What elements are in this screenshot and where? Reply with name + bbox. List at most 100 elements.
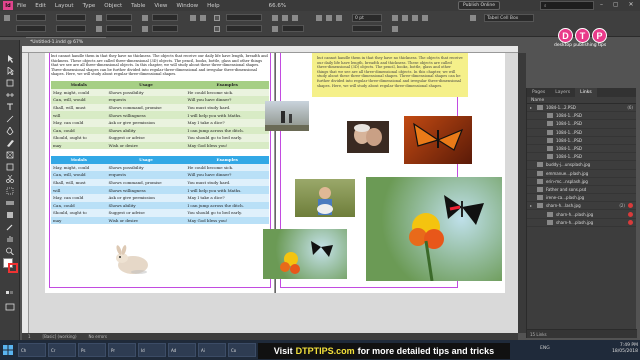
butterfly-on-flowers-large-photo[interactable]	[366, 177, 502, 281]
modal-cell[interactable]: may	[51, 216, 107, 225]
scale-y-icon[interactable]	[96, 26, 102, 32]
modal-cell[interactable]: Can, could	[51, 126, 107, 135]
modal-cell[interactable]: Can, will, would	[51, 96, 107, 104]
taskbar-app-button[interactable]: Ad	[168, 343, 196, 357]
example-cell[interactable]: You must study hard.	[185, 103, 269, 112]
usage-cell[interactable]: Shows willingness	[106, 111, 186, 119]
rotate-icon[interactable]	[142, 15, 148, 21]
wrap-around-icon[interactable]	[326, 15, 332, 21]
modals-table-green[interactable]: Modals Usage Examples May, might, could S…	[51, 81, 269, 150]
modal-cell[interactable]: Can, could	[51, 201, 107, 210]
search-input[interactable]: ⌕	[540, 1, 594, 10]
document-canvas[interactable]: but cannot handle them in that they have…	[29, 53, 518, 333]
object-style-icon[interactable]	[470, 15, 476, 21]
y-field[interactable]	[16, 25, 46, 32]
example-cell[interactable]: May God bless you!	[185, 141, 269, 150]
table-row[interactable]: May, can could Ask or give permission May …	[51, 118, 269, 127]
note-tool-icon[interactable]	[5, 204, 15, 218]
reference-point-icon[interactable]	[4, 15, 10, 21]
opacity-field[interactable]	[282, 25, 304, 32]
stroke-swatch-icon[interactable]	[214, 26, 220, 32]
center-content-icon[interactable]	[412, 15, 418, 21]
modal-cell[interactable]: May, can could	[51, 193, 107, 202]
father-and-sons-photo[interactable]	[265, 101, 309, 131]
page-tool-icon[interactable]	[5, 72, 15, 87]
rotate-field[interactable]	[152, 14, 178, 21]
modal-cell[interactable]: May, might, could	[51, 88, 107, 97]
shear-icon[interactable]	[142, 26, 148, 32]
fill-frame-icon[interactable]	[422, 15, 428, 21]
zoom-level[interactable]: 66.6%	[269, 3, 286, 9]
free-transform-tool-icon[interactable]	[5, 180, 15, 195]
shear-field[interactable]	[152, 25, 178, 32]
fx-icon[interactable]	[292, 15, 298, 21]
usage-cell[interactable]: Shows ability	[106, 201, 186, 210]
menu-window[interactable]: Window	[176, 3, 198, 9]
link-row[interactable]: ▸ 1084-1...2.PSD (6)	[527, 104, 636, 113]
table-row[interactable]: will Shows willingness I will help you wit…	[51, 111, 269, 119]
table-row[interactable]: May, can could Ask or give permission May …	[51, 193, 269, 202]
table-row[interactable]: May, might, could Shows possibility He cou…	[51, 163, 269, 172]
rectangle-tool-icon[interactable]	[5, 156, 15, 171]
link-row[interactable]: sharn-h...plash.jpg	[527, 210, 636, 219]
child-with-sheep-photo[interactable]	[295, 179, 355, 217]
table-row[interactable]: may Wish or desire May God bless you!	[51, 141, 269, 150]
taskbar-app-button[interactable]: Co	[228, 343, 256, 357]
fit-content-icon[interactable]	[392, 15, 398, 21]
table-row[interactable]: Shall, will, must Shows command, promise Y…	[51, 178, 269, 187]
modified-link-warning-icon[interactable]	[628, 219, 633, 225]
table-row[interactable]: Can, could Shows ability I can jump across…	[51, 126, 269, 135]
table-row[interactable]: Can, will, would requests Will you have di…	[51, 171, 269, 179]
modals-table-blue[interactable]: Modals Usage Examples May, might, could S…	[51, 156, 269, 225]
table-row[interactable]: will Shows willingness I will help you wit…	[51, 186, 269, 194]
tab-layers[interactable]: Layers	[550, 88, 575, 97]
taskbar-app-button[interactable]: Cr	[48, 343, 76, 357]
taskbar-app-button[interactable]: Ps	[78, 343, 106, 357]
modal-cell[interactable]: Shall, will, must	[51, 103, 107, 112]
table-row[interactable]: Shall, will, must Shows command, promise Y…	[51, 103, 269, 112]
workspace-label[interactable]: [Basic] (working)	[43, 334, 77, 339]
table-row[interactable]: Can, could Shows ability I can jump across…	[51, 201, 269, 210]
link-row[interactable]: 1084-1...PSD	[527, 129, 636, 137]
example-cell[interactable]: You should go to bed early.	[185, 209, 269, 217]
tab-pages[interactable]: Pages	[527, 88, 550, 97]
text-wrap-icon[interactable]	[316, 15, 322, 21]
menu-file[interactable]: File	[17, 3, 26, 9]
example-cell[interactable]: Will you have dinner?	[185, 96, 269, 104]
taskbar-app-button[interactable]: Id	[138, 343, 166, 357]
hand-tool-icon[interactable]	[5, 228, 15, 242]
usage-cell[interactable]: requests	[106, 171, 186, 179]
table-row[interactable]: Should, ought to Suggest or advise You sho…	[51, 134, 269, 142]
flip-horizontal-icon[interactable]	[190, 15, 196, 21]
scale-x-icon[interactable]	[96, 15, 102, 21]
usage-cell[interactable]: Shows possibility	[106, 88, 186, 97]
menu-type[interactable]: Type	[83, 3, 96, 9]
link-row[interactable]: sharn-h...plash.jpg	[527, 219, 636, 227]
modified-link-warning-icon[interactable]	[628, 203, 633, 209]
usage-cell[interactable]: Shows command, promise	[106, 178, 186, 187]
example-cell[interactable]: You must study hard.	[185, 178, 269, 187]
link-row[interactable]: emmanue...plash.jpg	[527, 170, 636, 178]
modal-cell[interactable]: will	[51, 111, 107, 119]
usage-cell[interactable]: Shows ability	[106, 126, 186, 135]
taskbar-app-button[interactable]: Ch	[18, 343, 46, 357]
example-cell[interactable]: May God bless you!	[185, 216, 269, 225]
type-tool-icon[interactable]	[5, 96, 15, 110]
preflight-status[interactable]: No errors	[89, 334, 107, 339]
link-row[interactable]: 1084-1...PSD	[527, 145, 636, 154]
example-cell[interactable]: May I take a dice?	[185, 193, 269, 202]
usage-cell[interactable]: Ask or give permission	[106, 193, 186, 202]
table-row[interactable]: Can, will, would requests Will you have di…	[51, 96, 269, 104]
gap-tool-icon[interactable]	[5, 84, 15, 97]
auto-fit-icon[interactable]	[392, 26, 398, 32]
height-field[interactable]	[56, 25, 86, 32]
example-cell[interactable]: He could become sick.	[185, 163, 269, 172]
direct-selection-tool-icon[interactable]	[5, 60, 15, 76]
example-cell[interactable]: I will help you with Maths.	[185, 111, 269, 119]
page-number-field[interactable]: 1	[28, 334, 31, 339]
document-tab[interactable]: *Untitled-1.indd @ 67%	[26, 37, 106, 46]
menu-table[interactable]: Table	[131, 3, 145, 9]
selection-tool-icon[interactable]	[5, 48, 15, 63]
scale-x-field[interactable]	[106, 14, 132, 21]
expand-chevron-icon[interactable]: ▸	[527, 203, 535, 208]
